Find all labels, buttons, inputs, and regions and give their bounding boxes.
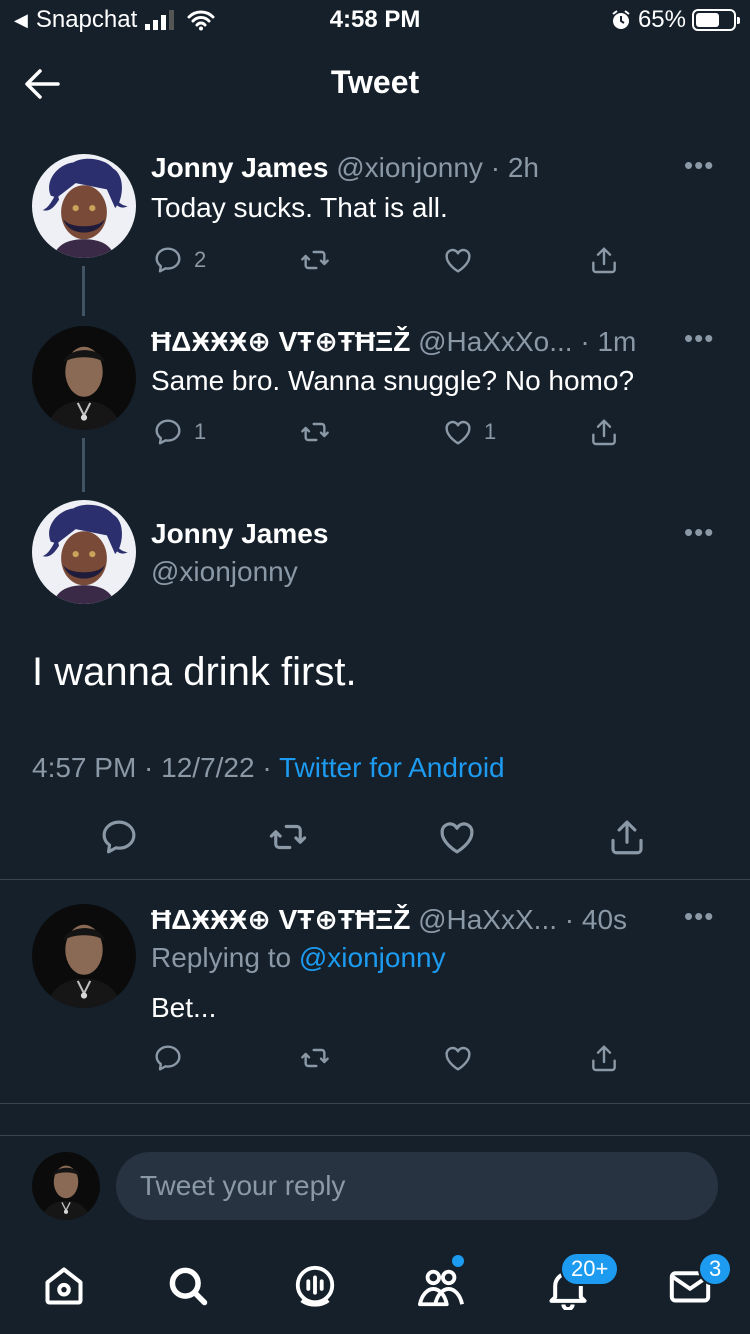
tweet-text: Same bro. Wanna snuggle? No homo? (151, 365, 635, 396)
retweet-button[interactable] (266, 816, 310, 858)
like-icon (442, 244, 474, 276)
bottom-nav: 20+ 3 (0, 1252, 750, 1320)
author-handle[interactable]: @xionjonny (151, 556, 298, 588)
author-name[interactable]: ĦΔӾӾӾ⊕ VŦ⊕ŦĦΞŽ (151, 326, 410, 357)
status-bar: ◀ Snapchat 4:58 PM 65% (0, 0, 750, 40)
author-name[interactable]: Jonny James (151, 152, 328, 183)
divider (0, 1103, 750, 1104)
notifications-badge: 20+ (560, 1252, 620, 1286)
battery-icon (692, 9, 740, 31)
divider (0, 1135, 750, 1136)
more-icon[interactable]: ••• (684, 323, 714, 354)
retweet-icon (298, 244, 332, 276)
like-button[interactable]: 1 (442, 416, 496, 448)
reply-icon (152, 416, 184, 448)
page-title: Tweet (330, 64, 420, 100)
search-icon[interactable] (166, 1264, 210, 1308)
tweet-meta: 4:57 PM · 12/7/22 · Twitter for Android (32, 752, 505, 784)
reply-icon (152, 244, 184, 276)
share-button[interactable] (588, 416, 620, 448)
status-right: 65% (610, 6, 740, 34)
divider (0, 879, 750, 880)
reply-button[interactable] (98, 816, 140, 858)
author-handle[interactable]: @HaXxX... · 40s (418, 904, 627, 935)
thread-line (82, 266, 85, 316)
home-icon[interactable] (42, 1264, 86, 1308)
current-user-avatar[interactable] (32, 1152, 100, 1220)
retweet-icon (298, 416, 332, 448)
like-button[interactable] (436, 816, 478, 858)
alarm-icon (612, 10, 630, 29)
retweet-button[interactable] (298, 416, 332, 448)
tweet-age: · 2h (490, 152, 539, 183)
more-icon[interactable]: ••• (684, 901, 714, 932)
avatar[interactable] (32, 904, 136, 1008)
retweet-button[interactable] (298, 244, 332, 276)
tweet-header: ĦΔӾӾӾ⊕ VŦ⊕ŦĦΞŽ @HaXxXo... · 1m (151, 325, 636, 358)
author-handle[interactable]: @xionjonny (336, 152, 483, 183)
retweet-button[interactable] (298, 1042, 332, 1074)
replying-prefix: Replying to (151, 942, 292, 973)
reply-count: 2 (194, 247, 207, 272)
share-icon (588, 1042, 620, 1074)
share-icon (606, 816, 648, 858)
author-handle[interactable]: @HaXxXo... · 1m (418, 326, 636, 357)
reply-count: 1 (194, 419, 207, 444)
tweet-text: Bet... (151, 992, 217, 1023)
author-name[interactable]: Jonny James (151, 518, 328, 550)
like-button[interactable] (442, 1042, 474, 1074)
avatar[interactable] (32, 500, 136, 604)
spaces-icon[interactable] (292, 1264, 338, 1310)
tweet-text: Today sucks. That is all. (151, 192, 448, 223)
tweet-source-link[interactable]: Twitter for Android (279, 752, 505, 783)
tweet-timestamp: 4:57 PM · 12/7/22 · (32, 752, 272, 783)
tweet-header: Jonny James @xionjonny · 2h (151, 152, 539, 184)
like-icon (442, 1042, 474, 1074)
share-icon (588, 244, 620, 276)
reply-icon (98, 816, 140, 858)
more-icon[interactable]: ••• (684, 517, 714, 548)
reply-input[interactable]: Tweet your reply (116, 1152, 718, 1220)
more-icon[interactable]: ••• (684, 150, 714, 181)
replying-to-handle[interactable]: @xionjonny (299, 942, 446, 973)
share-button[interactable] (588, 244, 620, 276)
share-button[interactable] (606, 816, 648, 858)
like-icon (436, 816, 478, 858)
divider (0, 810, 750, 811)
reply-button[interactable]: 1 (152, 416, 206, 448)
battery-fill (696, 13, 719, 27)
like-button[interactable] (442, 244, 474, 276)
thread-line (82, 438, 85, 492)
retweet-icon (266, 816, 310, 858)
replying-to: Replying to @xionjonny (151, 942, 446, 974)
reply-button[interactable]: 2 (152, 244, 206, 276)
like-icon (442, 416, 474, 448)
battery-percent: 65% (637, 6, 686, 33)
reply-icon (152, 1042, 184, 1074)
avatar[interactable] (32, 326, 136, 430)
like-count: 1 (484, 419, 497, 444)
messages-badge: 3 (698, 1252, 733, 1286)
share-button[interactable] (588, 1042, 620, 1074)
tweet-header: ĦΔӾӾӾ⊕ VŦ⊕ŦĦΞŽ @HaXxX... · 40s (151, 903, 627, 936)
communities-dot (452, 1255, 464, 1267)
share-icon (588, 416, 620, 448)
reply-button[interactable] (152, 1042, 184, 1074)
avatar[interactable] (32, 154, 136, 258)
retweet-icon (298, 1042, 332, 1074)
main-tweet-text: I wanna drink first. (32, 650, 357, 694)
communities-icon[interactable] (416, 1264, 466, 1310)
author-name[interactable]: ĦΔӾӾӾ⊕ VŦ⊕ŦĦΞŽ (151, 904, 410, 935)
